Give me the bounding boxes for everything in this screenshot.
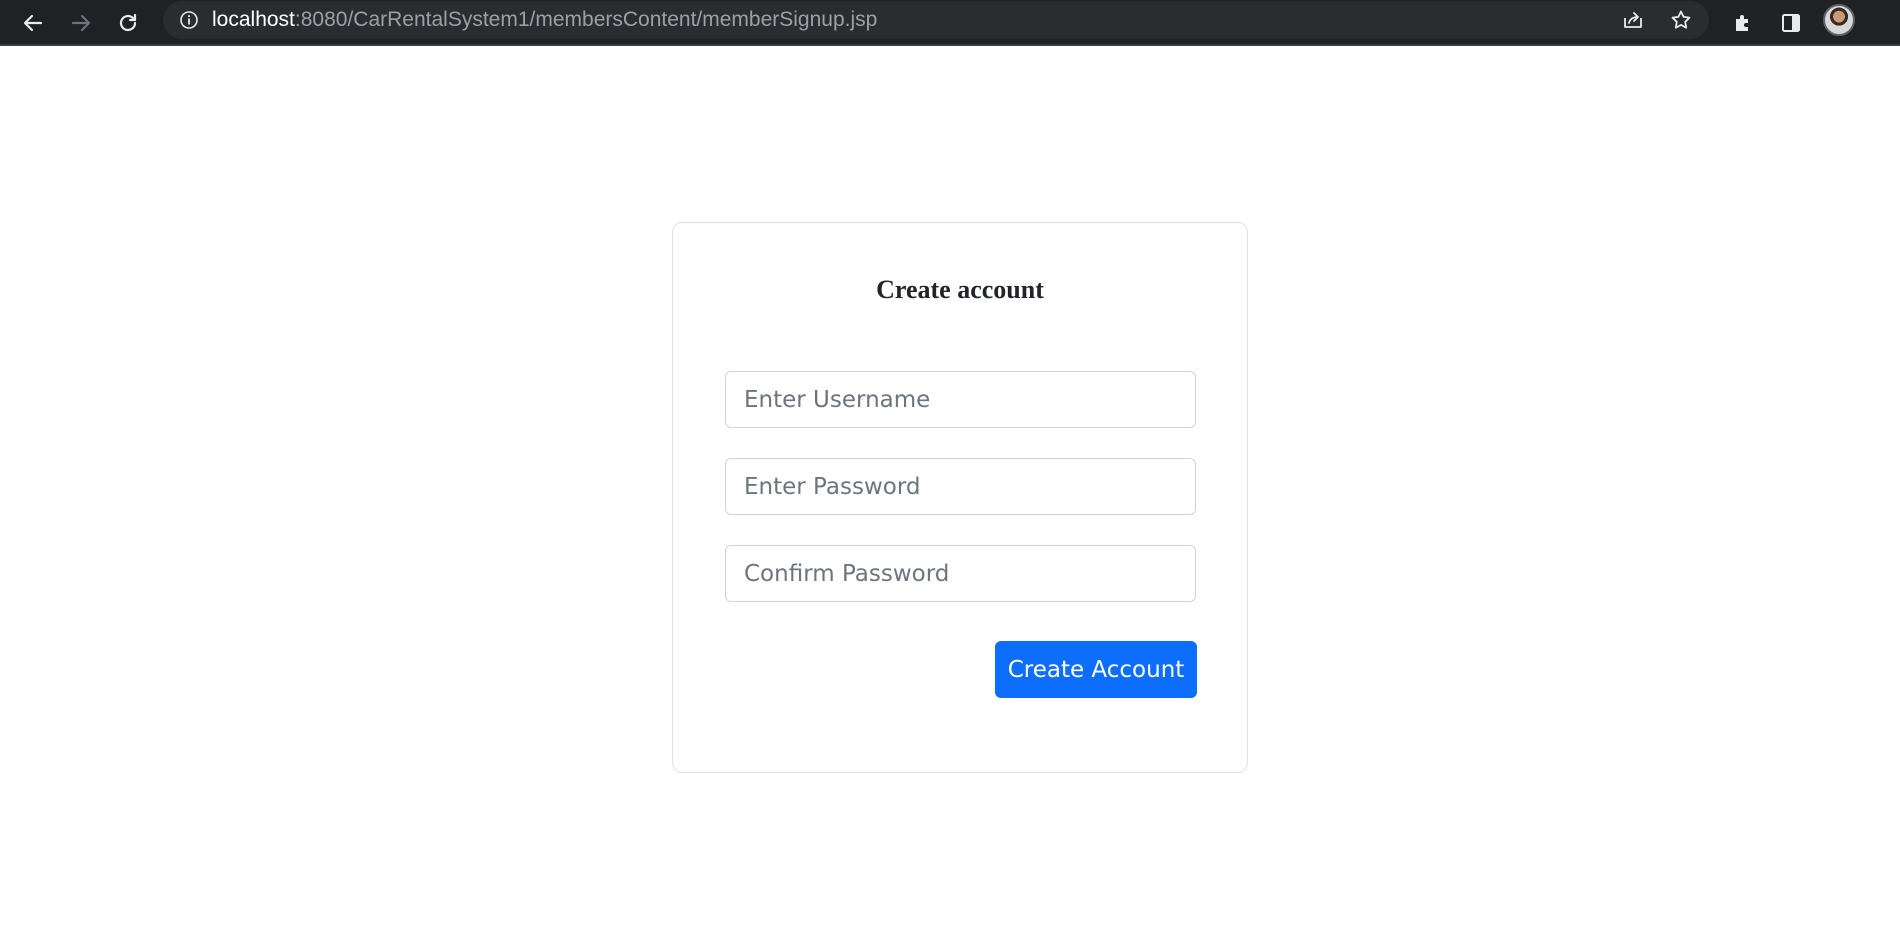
browser-toolbar: localhost:8080/CarRentalSystem1/membersC… bbox=[0, 0, 1900, 46]
page-title: Create account bbox=[876, 275, 1044, 304]
star-icon[interactable] bbox=[1669, 8, 1693, 32]
password-input[interactable] bbox=[725, 458, 1196, 515]
back-arrow-icon bbox=[23, 14, 43, 32]
side-panel-button[interactable] bbox=[1773, 5, 1809, 41]
forward-button[interactable] bbox=[63, 5, 99, 41]
url-path: :8080/CarRentalSystem1/membersContent/me… bbox=[294, 8, 878, 31]
share-icon[interactable] bbox=[1621, 8, 1645, 32]
create-account-button[interactable]: Create Account bbox=[995, 641, 1197, 698]
url-text[interactable]: localhost:8080/CarRentalSystem1/membersC… bbox=[212, 9, 877, 31]
confirm-password-input[interactable] bbox=[725, 545, 1196, 602]
forward-arrow-icon bbox=[71, 14, 91, 32]
reload-button[interactable] bbox=[110, 5, 146, 41]
reload-icon bbox=[119, 13, 137, 32]
signup-card: Create account Create Account bbox=[672, 222, 1248, 773]
side-panel-icon bbox=[1782, 14, 1800, 32]
url-host: localhost bbox=[212, 8, 295, 31]
back-button[interactable] bbox=[15, 5, 51, 41]
info-icon[interactable] bbox=[179, 10, 199, 30]
profile-avatar[interactable] bbox=[1823, 4, 1855, 36]
address-bar[interactable]: localhost:8080/CarRentalSystem1/membersC… bbox=[163, 1, 1709, 39]
username-input[interactable] bbox=[725, 371, 1196, 428]
puzzle-icon bbox=[1736, 15, 1748, 31]
extensions-button[interactable] bbox=[1725, 5, 1761, 41]
